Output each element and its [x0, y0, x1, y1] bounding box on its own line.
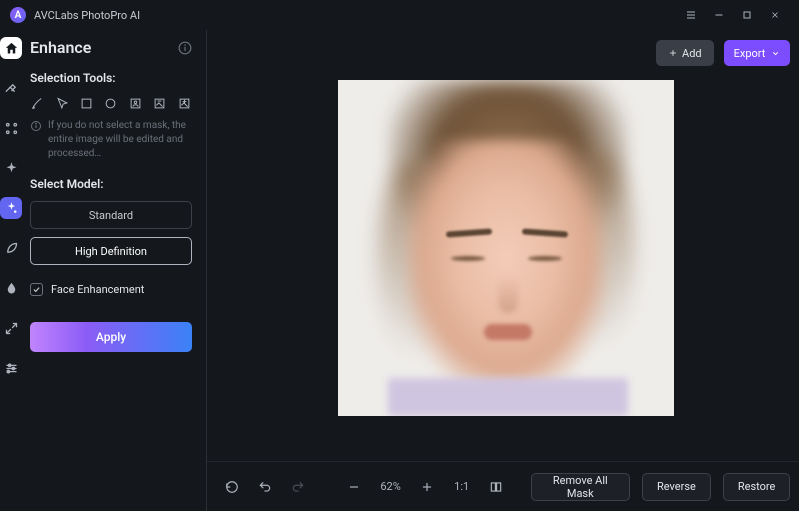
chevron-down-icon: [771, 49, 780, 58]
compare-icon[interactable]: [485, 474, 506, 500]
export-button[interactable]: Export: [724, 40, 791, 66]
circle-tool-icon[interactable]: [103, 95, 118, 111]
close-icon[interactable]: [761, 1, 789, 29]
minimize-icon[interactable]: [705, 1, 733, 29]
export-label: Export: [734, 47, 766, 60]
section-selection-tools: Selection Tools:: [30, 71, 192, 85]
app-title: AVCLabs PhotoPro AI: [34, 9, 140, 22]
apply-button[interactable]: Apply: [30, 322, 192, 352]
nav-nodes-icon[interactable]: [0, 117, 22, 139]
nav-eraser-icon[interactable]: [0, 77, 22, 99]
workspace: Add Export: [207, 30, 799, 511]
nav-enhance-icon[interactable]: [0, 197, 22, 219]
titlebar: AVCLabs PhotoPro AI: [0, 0, 799, 30]
add-label: Add: [682, 47, 702, 60]
image-add-tool-icon[interactable]: [177, 95, 192, 111]
nav-leaf-icon[interactable]: [0, 237, 22, 259]
model-standard-button[interactable]: Standard: [30, 201, 192, 229]
face-enhancement-label: Face Enhancement: [51, 283, 144, 296]
undo-icon[interactable]: [254, 474, 275, 500]
zoom-in-icon[interactable]: [417, 474, 438, 500]
plus-icon: [668, 48, 678, 58]
hint-text: If you do not select a mask, the entire …: [48, 119, 192, 161]
redo-icon[interactable]: [288, 474, 309, 500]
nav-home-icon[interactable]: [0, 37, 22, 59]
image-canvas: [338, 80, 674, 416]
pointer-tool-icon[interactable]: [54, 95, 69, 111]
checkbox-icon: [30, 283, 43, 296]
maximize-icon[interactable]: [733, 1, 761, 29]
side-panel: Enhance Selection Tools: If you do not s…: [22, 30, 207, 511]
zoom-out-icon[interactable]: [343, 474, 364, 500]
info-icon[interactable]: [178, 41, 192, 55]
image-subtract-tool-icon[interactable]: [152, 95, 167, 111]
app-logo: [10, 7, 26, 23]
zoom-value: 62%: [376, 480, 404, 493]
restore-button[interactable]: Restore: [723, 473, 791, 501]
nav-sliders-icon[interactable]: [0, 357, 22, 379]
rect-tool-icon[interactable]: [79, 95, 94, 111]
nav-expand-icon[interactable]: [0, 317, 22, 339]
add-button[interactable]: Add: [656, 40, 714, 66]
reverse-button[interactable]: Reverse: [642, 473, 711, 501]
fit-label[interactable]: 1:1: [450, 480, 473, 493]
panel-title: Enhance: [30, 38, 178, 57]
hamburger-menu-icon[interactable]: [677, 1, 705, 29]
refresh-icon[interactable]: [221, 474, 242, 500]
section-select-model: Select Model:: [30, 177, 192, 191]
brush-tool-icon[interactable]: [30, 95, 45, 111]
nav-drop-icon[interactable]: [0, 277, 22, 299]
workspace-toolbar-bottom: 62% 1:1 Remove All Mask Reverse Restore: [207, 461, 799, 511]
canvas-area[interactable]: [207, 76, 799, 461]
selection-hint: If you do not select a mask, the entire …: [30, 119, 192, 161]
remove-all-mask-button[interactable]: Remove All Mask: [531, 473, 630, 501]
workspace-toolbar-top: Add Export: [207, 30, 799, 76]
face-enhancement-checkbox[interactable]: Face Enhancement: [30, 283, 192, 296]
nav-rail: [0, 30, 22, 511]
info-small-icon: [30, 120, 42, 132]
selection-tool-row: [30, 95, 192, 111]
model-high-definition-button[interactable]: High Definition: [30, 237, 192, 265]
person-tool-icon[interactable]: [128, 95, 143, 111]
nav-sparkle-icon[interactable]: [0, 157, 22, 179]
